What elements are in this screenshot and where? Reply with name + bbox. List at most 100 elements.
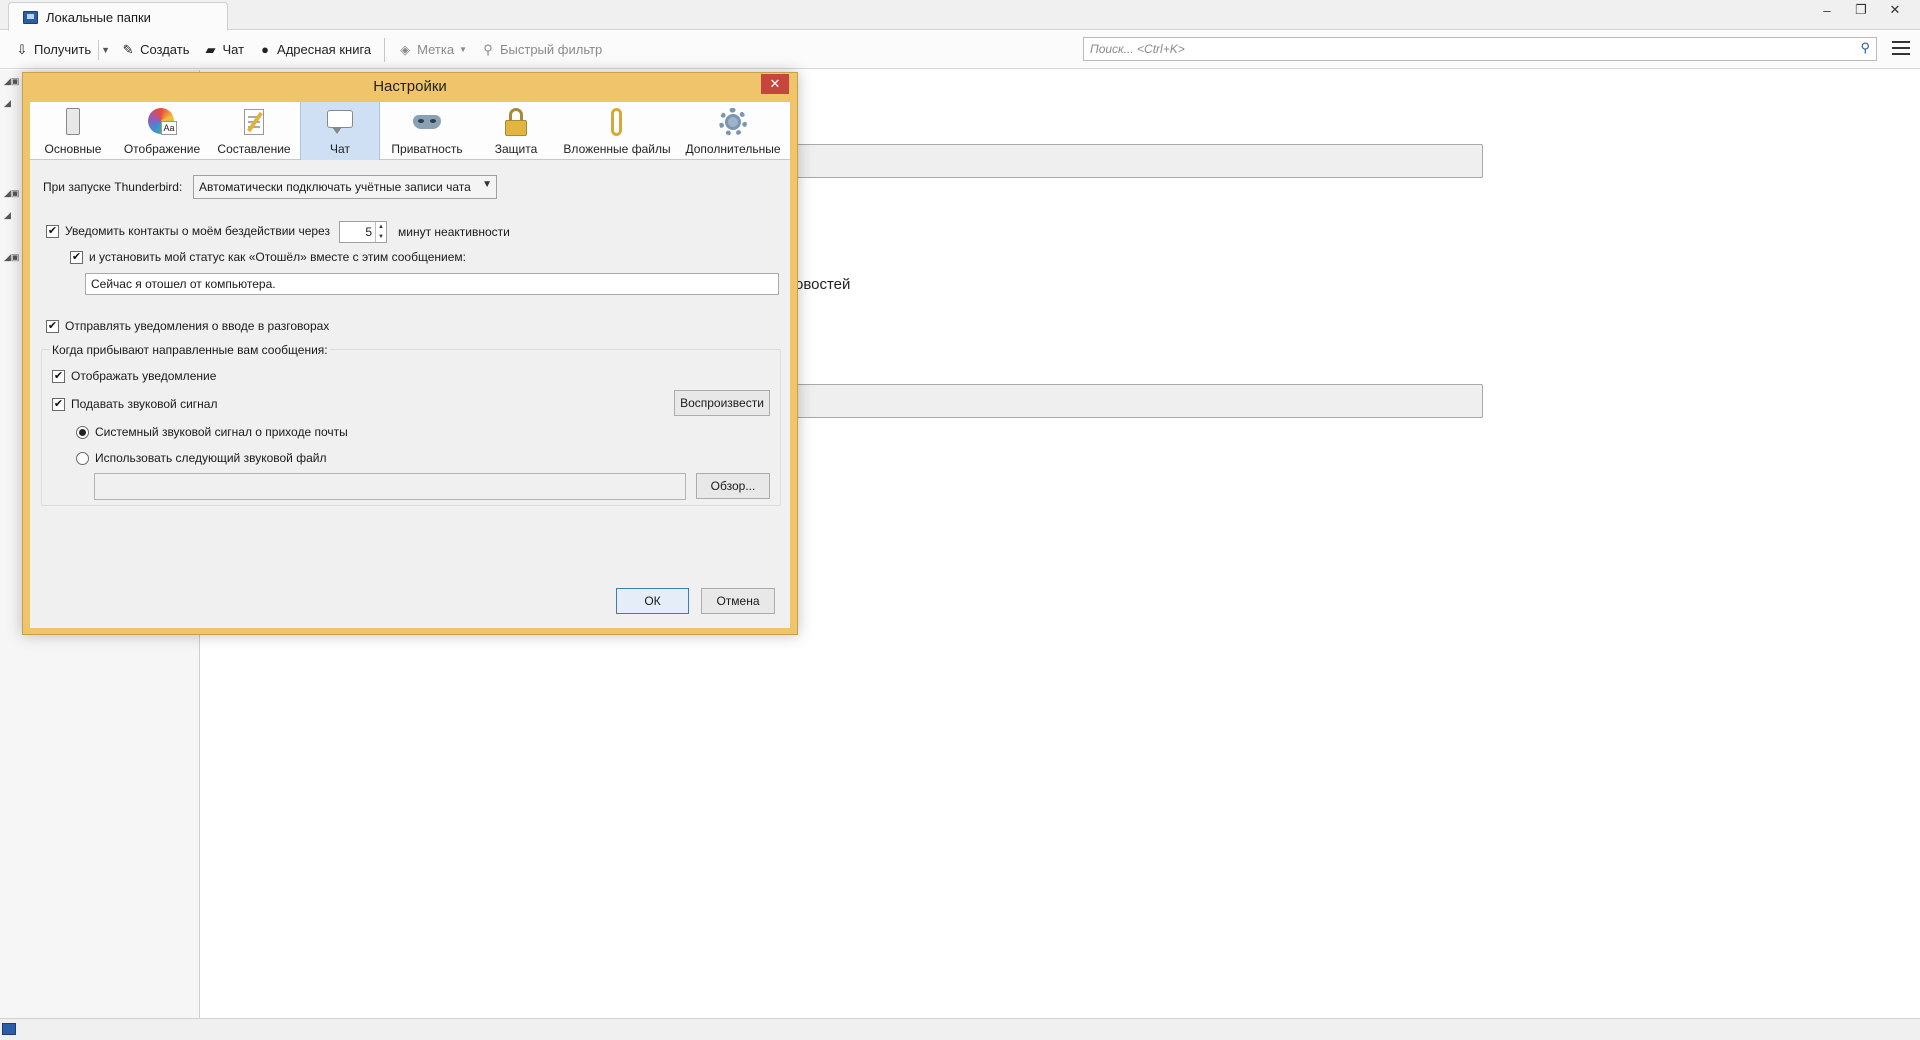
pane-chat[interactable]: Чат: [300, 102, 380, 160]
restore-button[interactable]: ❐: [1844, 0, 1878, 20]
get-messages-icon: ⇩: [16, 41, 28, 57]
create-label: Создать: [140, 42, 190, 57]
tab-local-folders[interactable]: Локальные папки: [8, 2, 228, 31]
attachment-clip-icon: [602, 107, 632, 137]
sound-file-path-input[interactable]: [94, 473, 686, 500]
system-sound-radio[interactable]: [76, 425, 89, 439]
typing-row: ✔ Отправлять уведомления о вводе в разго…: [46, 319, 329, 333]
pane-composition[interactable]: Составление: [208, 102, 300, 160]
chevron-down-icon: ▼: [482, 179, 492, 190]
get-messages-label: Получить: [34, 42, 92, 57]
local-folders-icon: [23, 10, 38, 24]
window-controls: – ❐ ✕: [1810, 0, 1912, 20]
create-button[interactable]: ✎ Создать: [114, 37, 196, 63]
incoming-group-label: Когда прибывают направленные вам сообщен…: [50, 343, 330, 357]
typing-label: Отправлять уведомления о вводе в разгово…: [65, 319, 330, 333]
dialog-title: Настройки: [373, 78, 447, 95]
search-placeholder: Поиск... <Ctrl+K>: [1090, 42, 1185, 56]
get-messages-dropdown[interactable]: ▼: [98, 39, 114, 60]
account-box[interactable]: [781, 384, 1483, 418]
pane-label: Вложенные файлы: [563, 142, 671, 156]
tree-expander[interactable]: ◢▣: [4, 252, 19, 262]
dialog-close-button[interactable]: ✕: [761, 74, 789, 94]
chat-button[interactable]: ▰ Чат: [196, 37, 251, 63]
idle-minutes-value: 5: [365, 225, 372, 239]
filter-search-icon: ⚲: [483, 41, 493, 57]
tree-expander[interactable]: ◢▣: [4, 76, 19, 86]
status-bar: [0, 1018, 1920, 1040]
chat-icon: [325, 107, 355, 137]
chat-label: Чат: [222, 42, 245, 57]
close-window-button[interactable]: ✕: [1878, 0, 1912, 20]
pane-label: Составление: [217, 142, 291, 156]
away-message-input[interactable]: Сейчас я отошел от компьютера.: [85, 273, 779, 295]
tag-dropdown-icon: ▼: [459, 45, 467, 54]
search-input[interactable]: Поиск... <Ctrl+K> ⚲: [1083, 37, 1877, 61]
tree-expander[interactable]: ◢▣: [4, 188, 19, 198]
play-sound-checkbox[interactable]: ✔: [52, 397, 65, 411]
tag-button[interactable]: ◈ Метка ▼: [391, 37, 474, 63]
pane-security[interactable]: Защита: [474, 102, 558, 160]
away-message-value: Сейчас я отошел от компьютера.: [91, 277, 276, 291]
away-label: и установить мой статус как «Отошёл» вме…: [89, 250, 466, 264]
pane-label: Основные: [44, 142, 102, 156]
tag-icon: ◈: [400, 41, 411, 57]
display-icon: Aa: [147, 107, 177, 137]
play-sound-row: ✔ Подавать звуковой сигнал: [52, 397, 217, 411]
quick-filter-button[interactable]: ⚲ Быстрый фильтр: [474, 37, 609, 63]
tab-label: Локальные папки: [46, 9, 151, 25]
pencil-icon: ✎: [122, 41, 134, 57]
search-icon[interactable]: ⚲: [1860, 40, 1870, 56]
pane-general[interactable]: Основные: [30, 102, 116, 160]
tree-expander[interactable]: ◢: [4, 210, 18, 220]
address-book-button[interactable]: ● Адресная книга: [251, 37, 378, 63]
play-button[interactable]: Воспроизвести: [674, 390, 770, 416]
chat-bubble-icon: ▰: [205, 41, 216, 57]
system-sound-label: Системный звуковой сигнал о приходе почт…: [95, 425, 348, 439]
show-alert-checkbox[interactable]: ✔: [52, 369, 65, 383]
composition-icon: [239, 107, 269, 137]
general-icon: [58, 107, 88, 137]
security-lock-icon: [501, 107, 531, 137]
quick-filter-label: Быстрый фильтр: [500, 42, 603, 57]
startup-label: При запуске Thunderbird:: [43, 180, 183, 194]
cancel-button[interactable]: Отмена: [701, 588, 775, 614]
background-text: овостей: [795, 276, 851, 293]
ok-button[interactable]: ОК: [616, 588, 689, 614]
minimize-button[interactable]: –: [1810, 0, 1844, 20]
play-sound-label: Подавать звуковой сигнал: [71, 397, 218, 411]
typing-checkbox[interactable]: ✔: [46, 319, 59, 333]
address-book-label: Адресная книга: [277, 42, 372, 57]
tree-expander[interactable]: ◢: [4, 98, 18, 108]
tag-label: Метка: [417, 42, 455, 57]
pane-privacy[interactable]: Приватность: [380, 102, 474, 160]
pane-display[interactable]: Aa Отображение: [116, 102, 208, 160]
away-row: ✔ и установить мой статус как «Отошёл» в…: [70, 250, 466, 264]
online-status-icon[interactable]: [2, 1023, 16, 1035]
pane-label: Чат: [330, 142, 350, 156]
pane-label: Дополнительные: [685, 142, 781, 156]
main-toolbar: ⇩ Получить ▼ ✎ Создать ▰ Чат ● Адресная …: [0, 31, 1920, 69]
pane-label: Отображение: [123, 142, 201, 156]
away-checkbox[interactable]: ✔: [70, 250, 83, 264]
pane-attachments[interactable]: Вложенные файлы: [558, 102, 676, 160]
idle-checkbox[interactable]: ✔: [46, 224, 59, 238]
toolbar-separator: [384, 37, 386, 62]
idle-label: Уведомить контакты о моём бездействии че…: [65, 224, 330, 238]
dialog-body: Основные Aa Отображение Составление Чат …: [30, 102, 790, 628]
stepper-arrows-icon[interactable]: ▲ ▼: [375, 222, 386, 242]
custom-sound-radio[interactable]: [76, 451, 89, 465]
pane-advanced[interactable]: Дополнительные: [676, 102, 790, 160]
startup-select[interactable]: Автоматически подключать учётные записи …: [193, 175, 497, 199]
account-box[interactable]: [781, 144, 1483, 178]
app-menu-button[interactable]: [1892, 39, 1910, 57]
get-messages-button[interactable]: ⇩ Получить: [8, 37, 98, 63]
browse-button[interactable]: Обзор...: [696, 473, 770, 499]
contact-icon: ●: [261, 42, 269, 57]
title-bar: Локальные папки – ❐ ✕: [0, 0, 1920, 31]
idle-minutes-stepper[interactable]: 5 ▲ ▼: [339, 221, 387, 243]
pane-bar: Основные Aa Отображение Составление Чат …: [30, 102, 790, 160]
show-alert-row: ✔ Отображать уведомление: [52, 369, 216, 383]
pane-label: Приватность: [391, 142, 463, 156]
pane-label: Защита: [494, 142, 538, 156]
